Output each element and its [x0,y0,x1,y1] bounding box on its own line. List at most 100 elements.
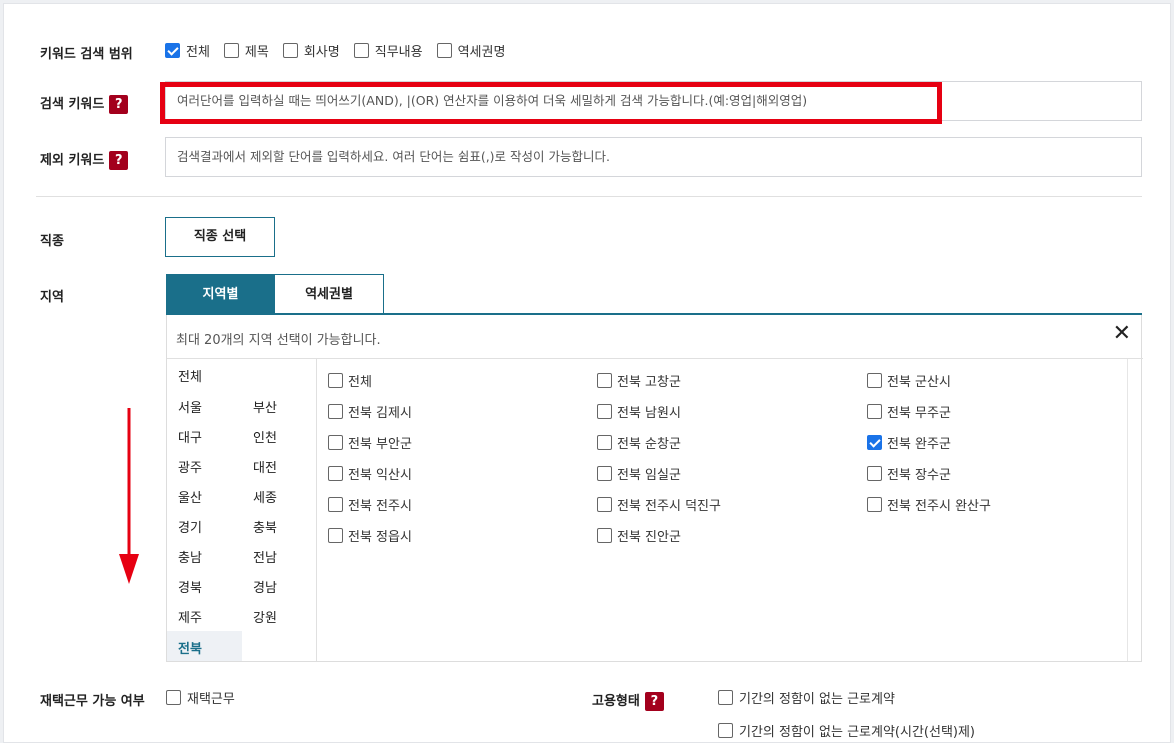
province-item[interactable]: 강원 [253,607,277,626]
checkbox-icon[interactable] [597,373,612,388]
province-item[interactable]: 경북 [178,577,202,596]
city-option[interactable]: 전북 남원시 [597,402,681,421]
exclude-keyword-label-text: 제외 키워드 [40,153,105,168]
remote-work-option[interactable]: 재택근무 [166,688,235,707]
city-label: 전북 순창군 [617,437,681,452]
highlight-box [160,82,942,124]
employment-option-label: 기간의 정함이 없는 근로계약 [739,692,895,707]
checkbox-icon[interactable] [328,435,343,450]
scope-option-duty[interactable]: 직무내용 [353,41,423,60]
scrollbar[interactable] [1127,359,1141,661]
scope-option-station[interactable]: 역세권명 [436,41,505,60]
checkbox-icon[interactable] [597,404,612,419]
section-divider [36,196,1142,197]
help-icon[interactable]: ? [644,692,664,711]
city-label: 전북 익산시 [348,468,412,483]
city-option[interactable]: 전북 전주시 [328,495,412,514]
checkbox-icon[interactable] [166,690,181,705]
checkbox-icon[interactable] [328,528,343,543]
help-icon[interactable]: ? [109,151,129,170]
close-icon[interactable]: ✕ [1113,321,1131,346]
checkbox-icon[interactable] [597,497,612,512]
employment-option[interactable]: 기간의 정함이 없는 근로계약 [718,688,895,707]
checkbox-icon[interactable] [328,373,343,388]
province-list: 전체 서울 부산 대구 인천 광주 대전 울산 세종 경기 충북 충남 전남 경… [167,359,317,661]
checkbox-icon[interactable] [223,43,239,58]
city-option[interactable]: 전북 무주군 [867,402,951,421]
checkbox-icon[interactable] [867,404,882,419]
province-item[interactable]: 서울 [178,397,202,416]
city-option-checked[interactable]: 전북 완주군 [867,433,951,452]
keyword-scope-options: 전체 제목 회사명 직무내용 역세권명 [165,41,505,60]
province-item[interactable]: 세종 [253,487,277,506]
checkbox-icon[interactable] [597,528,612,543]
checkbox-icon[interactable] [328,404,343,419]
city-label: 전북 전주시 완산구 [887,499,991,514]
checkbox-icon[interactable] [282,43,298,58]
checkbox-icon[interactable] [867,497,882,512]
province-item-selected[interactable]: 전북 [178,638,202,657]
province-item[interactable]: 제주 [178,607,202,626]
checkbox-icon[interactable] [597,466,612,481]
province-item[interactable]: 광주 [178,457,202,476]
city-option[interactable]: 전북 장수군 [867,464,951,483]
province-item[interactable]: 부산 [253,397,277,416]
scope-option-label: 제목 [244,45,269,60]
exclude-keyword-input[interactable]: 검색결과에서 제외할 단어를 입력하세요. 여러 단어는 쉼표(,)로 작성이 … [165,137,1142,177]
checkbox-icon[interactable] [867,435,882,450]
checkbox-icon[interactable] [718,723,733,738]
city-option[interactable]: 전북 고창군 [597,371,681,390]
city-label: 전북 무주군 [887,406,951,421]
checkbox-icon[interactable] [165,43,180,58]
checkbox-icon[interactable] [867,373,882,388]
province-item[interactable]: 대전 [253,457,277,476]
checkbox-icon[interactable] [328,466,343,481]
province-item[interactable]: 전남 [253,547,277,566]
city-option[interactable]: 전북 진안군 [597,526,681,545]
employment-option[interactable]: 기간의 정함이 없는 근로계약(시간(선택)제) [718,721,975,740]
city-option[interactable]: 전북 전주시 완산구 [867,495,991,514]
province-item[interactable]: 경남 [253,577,277,596]
city-label: 전북 완주군 [887,437,951,452]
city-label: 전북 진안군 [617,530,681,545]
checkbox-icon[interactable] [436,43,452,58]
tab-by-region[interactable]: 지역별 [166,274,275,314]
scope-option-all[interactable]: 전체 [165,41,210,60]
remote-work-label: 재택근무 가능 여부 [40,694,145,709]
city-option[interactable]: 전북 임실군 [597,464,681,483]
search-keyword-label-text: 검색 키워드 [40,97,105,112]
scope-option-label: 전체 [186,45,210,60]
tab-by-station[interactable]: 역세권별 [275,274,384,314]
region-info-text: 최대 20개의 지역 선택이 가능합니다. [176,333,381,348]
checkbox-icon[interactable] [328,497,343,512]
city-label: 전북 김제시 [348,406,412,421]
city-option[interactable]: 전북 전주시 덕진구 [597,495,721,514]
checkbox-icon[interactable] [867,466,882,481]
exclude-keyword-label: 제외 키워드? [40,149,129,170]
province-item[interactable]: 충남 [178,547,202,566]
help-icon[interactable]: ? [109,95,129,114]
scope-option-title[interactable]: 제목 [223,41,269,60]
job-select-button[interactable]: 직종 선택 [165,217,275,257]
scope-option-company[interactable]: 회사명 [282,41,340,60]
province-item[interactable]: 전체 [178,366,202,385]
city-option[interactable]: 전북 부안군 [328,433,412,452]
province-item[interactable]: 인천 [253,427,277,446]
checkbox-icon[interactable] [718,690,733,705]
city-option[interactable]: 전북 익산시 [328,464,412,483]
keyword-scope-label: 키워드 검색 범위 [40,47,133,62]
city-option[interactable]: 전북 순창군 [597,433,681,452]
city-option[interactable]: 전북 정읍시 [328,526,412,545]
province-item[interactable]: 경기 [178,517,202,536]
province-item[interactable]: 충북 [253,517,277,536]
checkbox-icon[interactable] [597,435,612,450]
city-option[interactable]: 전북 김제시 [328,402,412,421]
checkbox-icon[interactable] [353,43,369,58]
city-label: 전북 군산시 [887,375,951,390]
city-option[interactable]: 전체 [328,371,372,390]
city-label: 전북 전주시 덕진구 [617,499,721,514]
province-item[interactable]: 울산 [178,487,202,506]
city-option[interactable]: 전북 군산시 [867,371,951,390]
province-item[interactable]: 대구 [178,427,202,446]
employment-option-label: 기간의 정함이 없는 근로계약(시간(선택)제) [739,725,976,740]
